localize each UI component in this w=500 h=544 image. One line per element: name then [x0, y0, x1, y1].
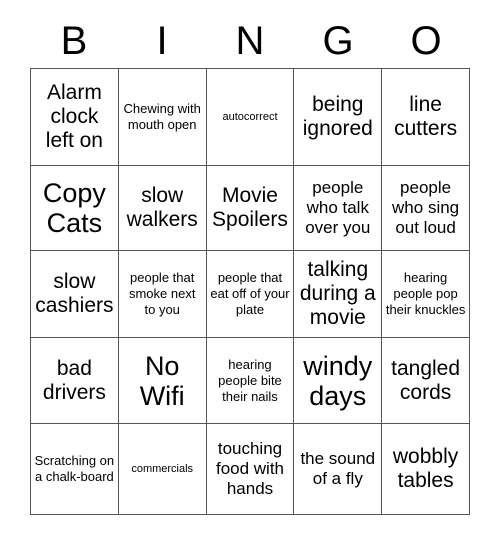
bingo-row: Scratching on a chalk-board commercials to… — [31, 424, 470, 515]
bingo-cell[interactable]: people who sing out loud — [382, 165, 470, 251]
bingo-cell[interactable]: hearing people bite their nails — [206, 338, 295, 425]
bingo-cell-label: autocorrect — [222, 110, 278, 123]
bingo-cell[interactable]: talking during a movie — [294, 250, 383, 339]
bingo-header-letter: B — [60, 19, 88, 63]
bingo-cell-label: Movie Spoilers — [212, 183, 288, 231]
bingo-cell-label: windy days — [303, 350, 373, 411]
bingo-cell[interactable]: wobbly tables — [382, 424, 470, 515]
bingo-cell[interactable]: people that eat off of your plate — [206, 250, 295, 339]
bingo-cell[interactable]: commercials — [118, 424, 207, 515]
bingo-header-letter: G — [322, 19, 354, 63]
bingo-row: Copy Cats slow walkers Movie Spoilers peopl… — [31, 165, 470, 251]
bingo-cell-label: line cutters — [394, 92, 458, 140]
bingo-cell-label: Alarm clock left on — [45, 80, 103, 152]
bingo-cell[interactable]: slow walkers — [118, 165, 207, 251]
bingo-cell[interactable]: tangled cords — [382, 338, 470, 425]
bingo-cell-label: bad drivers — [42, 356, 106, 404]
bingo-cell-label: the sound of a fly — [300, 449, 376, 489]
bingo-cell-label: being ignored — [302, 92, 373, 140]
bingo-cell-label: No Wifi — [139, 350, 185, 411]
bingo-header-letter: I — [156, 19, 168, 63]
bingo-header-letter: O — [410, 19, 442, 63]
bingo-cell-label: people who sing out loud — [392, 177, 460, 237]
bingo-row: slow cashiers people that smoke next to y… — [31, 250, 470, 339]
bingo-cell[interactable]: No Wifi — [118, 338, 207, 425]
bingo-cell[interactable]: autocorrect — [206, 69, 295, 166]
bingo-cell-label: people that eat off of your plate — [210, 269, 290, 317]
bingo-cell[interactable]: line cutters — [382, 69, 470, 166]
bingo-cell-label: slow walkers — [126, 183, 198, 231]
bingo-cell-label: talking during a movie — [299, 257, 376, 329]
bingo-cell[interactable]: slow cashiers — [31, 250, 119, 339]
bingo-cell-label: people who talk over you — [305, 177, 371, 237]
bingo-cell-label: people that smoke next to you — [128, 269, 196, 317]
bingo-cell[interactable]: the sound of a fly — [294, 424, 383, 515]
bingo-cell[interactable]: touching food with hands — [206, 424, 295, 515]
bingo-cell-label: Scratching on a chalk-board — [34, 453, 115, 485]
bingo-header: BINGO — [30, 14, 470, 68]
bingo-cell-label: commercials — [131, 463, 194, 476]
bingo-cell[interactable]: Alarm clock left on — [31, 69, 119, 166]
bingo-row: Alarm clock left on Chewing with mouth op… — [31, 69, 470, 166]
bingo-cell-label: tangled cords — [391, 356, 461, 404]
bingo-cell[interactable]: people who talk over you — [294, 165, 383, 251]
bingo-cell[interactable]: windy days — [294, 338, 383, 425]
bingo-header-letter: N — [235, 19, 265, 63]
bingo-cell-label: hearing people pop their knuckles — [385, 269, 466, 317]
bingo-cell[interactable]: being ignored — [294, 69, 383, 166]
bingo-row: bad drivers No Wifi hearing people bite th… — [31, 338, 470, 425]
bingo-card: B I N G O Alarm clock left on Chewing with mo… — [0, 0, 500, 544]
bingo-cell-label: hearing people bite their nails — [218, 356, 282, 404]
bingo-cell-label: Copy Cats — [42, 177, 106, 238]
bingo-cell[interactable]: people that smoke next to you — [118, 250, 207, 339]
bingo-cell[interactable]: Copy Cats — [31, 165, 119, 251]
bingo-grid: Alarm clock left on Chewing with mouth op… — [30, 68, 470, 515]
bingo-cell[interactable]: hearing people pop their knuckles — [382, 250, 470, 339]
bingo-cell[interactable]: bad drivers — [31, 338, 119, 425]
bingo-cell-label: slow cashiers — [35, 269, 114, 317]
bingo-cell-label: wobbly tables — [392, 445, 459, 493]
bingo-cell[interactable]: Scratching on a chalk-board — [31, 424, 119, 515]
bingo-cell[interactable]: Movie Spoilers — [206, 165, 295, 251]
bingo-cell-label: touching food with hands — [215, 439, 285, 499]
bingo-cell-label: Chewing with mouth open — [123, 100, 201, 132]
bingo-cell[interactable]: Chewing with mouth open — [118, 69, 207, 166]
